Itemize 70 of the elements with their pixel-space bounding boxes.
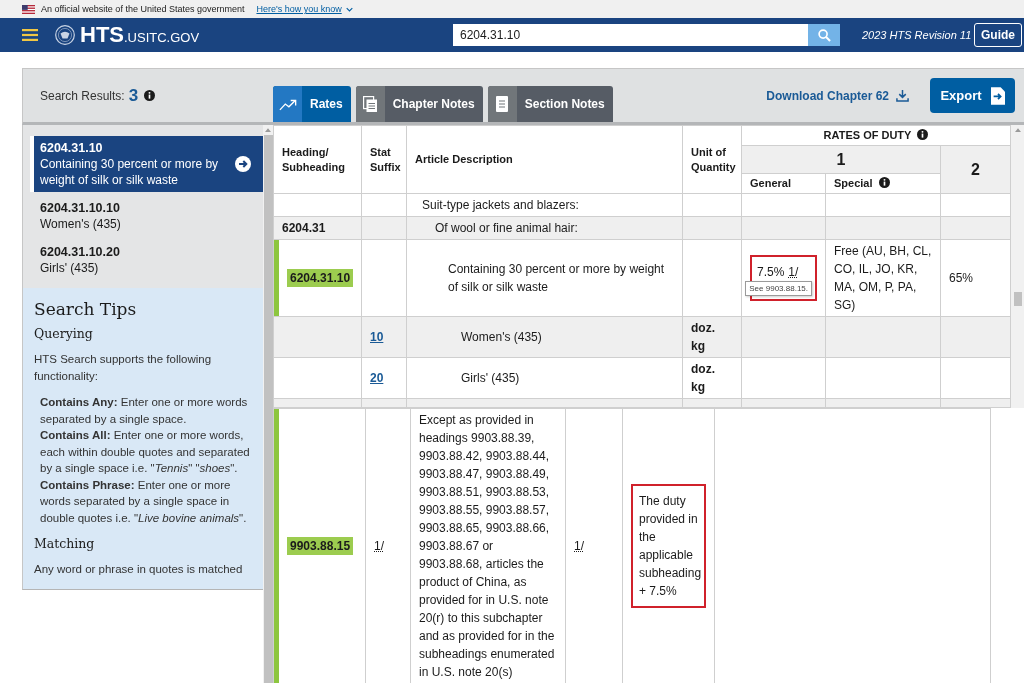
footnote-link[interactable]: 1/ bbox=[374, 539, 384, 553]
table-cell: Of wool or fine animal hair: bbox=[406, 216, 683, 240]
search-field[interactable]: 6204.31.10 bbox=[453, 24, 808, 46]
arrow-circle-icon bbox=[235, 156, 251, 172]
stat-suffix-link[interactable]: 10 bbox=[370, 330, 384, 344]
arrow-up-icon bbox=[1015, 128, 1021, 132]
tips-heading: Querying bbox=[34, 325, 94, 343]
column-header: 1 bbox=[741, 145, 941, 174]
column-header: Unit of Quantity bbox=[682, 125, 742, 194]
column-header: Heading/ Subheading bbox=[273, 125, 362, 194]
column-header: RATES OF DUTY bbox=[823, 129, 912, 141]
column-header: Stat Suffix bbox=[361, 125, 407, 194]
tip-text: Contains Phrase: Enter one or more words separated by a single space in double quotes i.e. "Live bovine animals". bbox=[40, 477, 248, 526]
banner-text: An official website of the United States government bbox=[41, 4, 245, 14]
table-cell: Girls' (435) bbox=[406, 357, 683, 399]
column-header: 2 bbox=[940, 145, 1011, 194]
flag-icon bbox=[22, 4, 35, 14]
duty-rate: The duty provided in the applicable subheading + 7.5% bbox=[639, 494, 702, 598]
search-result[interactable]: 6204.31.10 Containing 30 percent or more by weight of silk or silk waste bbox=[30, 136, 263, 192]
scrollbar-thumb[interactable] bbox=[1014, 292, 1022, 306]
tooltip: See 9903.88.15. bbox=[745, 281, 812, 296]
download-link[interactable]: Download Chapter 62 bbox=[766, 88, 909, 103]
footnote-link[interactable]: 1/ bbox=[574, 539, 584, 553]
export-button[interactable]: Export bbox=[930, 78, 1015, 113]
search-result[interactable]: 6204.31.10.10 Women's (435) bbox=[30, 196, 263, 236]
heading-code: 6204.31.10 bbox=[287, 269, 354, 287]
caret-down-icon bbox=[345, 6, 353, 12]
table-cell: doz. kg bbox=[682, 357, 742, 399]
heading-code: 9903.88.15 bbox=[287, 537, 354, 555]
tip-text: Contains All: Enter one or more words, each within double quotes and separated by a single space i.e. "Tennis" "shoes". bbox=[40, 428, 251, 476]
site-logo[interactable]: HTS.USITC.GOV bbox=[80, 24, 200, 46]
table-cell: doz. kg bbox=[682, 316, 742, 358]
search-button[interactable] bbox=[808, 24, 840, 46]
arrow-up-icon bbox=[265, 128, 271, 132]
export-icon bbox=[990, 86, 1005, 105]
tips-text: HTS Search supports the following functionality: bbox=[34, 352, 213, 384]
footnote-link[interactable]: 1/ bbox=[788, 265, 799, 279]
banner-link[interactable]: Here's how you know bbox=[256, 4, 353, 14]
search-icon bbox=[817, 28, 831, 42]
results-label: Search Results: bbox=[40, 88, 125, 103]
column-header: Article Description bbox=[406, 125, 683, 194]
stat-suffix-link[interactable]: 20 bbox=[370, 371, 384, 385]
tips-title: Search Tips bbox=[34, 298, 138, 320]
table-cell: Free (AU, BH, CL, CO, IL, JO, KR, MA, OM, P, PA, SG) bbox=[825, 239, 941, 317]
column-header: Special bbox=[834, 177, 873, 189]
table-cell: Women's (435) bbox=[406, 316, 683, 358]
tips-text: Any word or phrase in quotes is matched bbox=[34, 562, 244, 577]
guide-button[interactable]: Guide bbox=[974, 23, 1022, 47]
table-cell: Suit-type jackets and blazers: bbox=[406, 193, 683, 217]
table-cell: Except as provided in headings 9903.88.39, 9903.88.42, 9903.88.44, 9903.88.47, 9903.88.49, 9903.88.51, 9903.88.53, 9903.88.55, 9903.88.57, 9903.88.65, 9903.88.66, 9903.88.67 or 9903.88.68, articles the product of China, as provided for in U.S. note 20(r) to this subchapter and as provided for in the subheadings enumerated in U.S. note 20(s) bbox=[410, 408, 566, 683]
menu-icon[interactable] bbox=[22, 29, 38, 41]
search-result[interactable]: 6204.31.10.20 Girls' (435) bbox=[30, 240, 263, 280]
download-icon bbox=[896, 89, 909, 102]
tab[interactable]: Section Notes bbox=[487, 86, 613, 122]
results-count: 3 bbox=[128, 85, 139, 106]
document-icon bbox=[496, 96, 509, 112]
scrollbar[interactable] bbox=[1011, 125, 1024, 408]
tab[interactable]: Rates bbox=[273, 86, 351, 122]
pages-icon bbox=[363, 96, 378, 112]
table-cell: Containing 30 percent or more by weight of silk or silk waste bbox=[406, 239, 683, 317]
chart-line-icon bbox=[278, 97, 297, 111]
column-header: General bbox=[741, 173, 826, 194]
tab[interactable]: Chapter Notes bbox=[355, 86, 483, 122]
seal-icon bbox=[55, 25, 75, 45]
tips-heading: Matching bbox=[34, 535, 96, 553]
table-cell: 65% bbox=[940, 239, 1011, 317]
duty-rate: 7.5% bbox=[757, 265, 785, 279]
heading-code: 6204.31 bbox=[282, 221, 326, 235]
revision-label: 2023 HTS Revision 11 bbox=[862, 29, 972, 41]
tip-text: Contains Any: Enter one or more words separated by a single space. bbox=[40, 395, 249, 427]
